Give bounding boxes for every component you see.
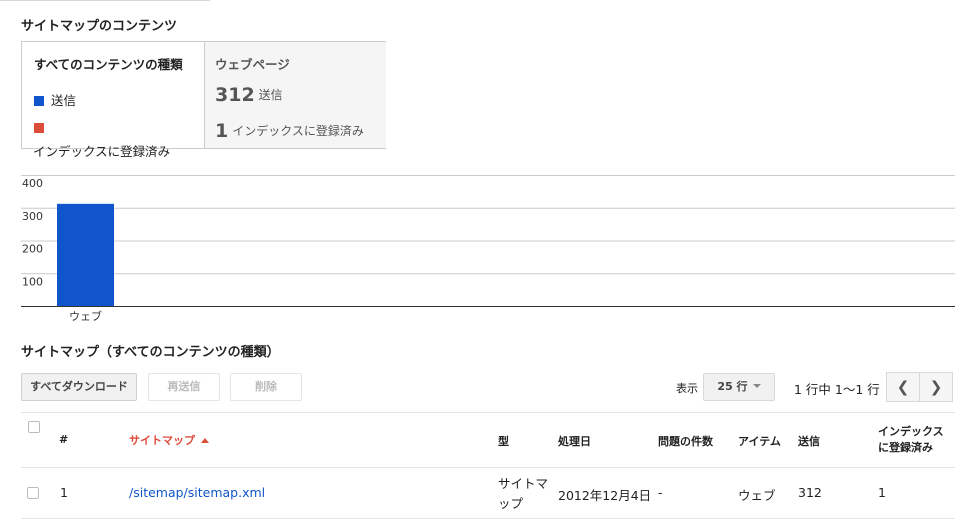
chevron-left-icon: ❮ [896, 378, 910, 396]
col-submitted[interactable]: 送信 [798, 433, 820, 449]
legend-submitted-swatch [34, 96, 44, 106]
legend-submitted[interactable]: 送信 [34, 90, 76, 109]
rows-per-page-value: 25 行 [717, 380, 748, 393]
download-all-button[interactable]: すべてダウンロード [21, 373, 137, 401]
table-top-border [21, 412, 955, 413]
y-tick-label-200: 200 [22, 243, 43, 256]
sitemap-bar-chart: 100 200 300 400 ウェブ [21, 175, 955, 323]
stat-indexed: 1 インデックスに登録済み [215, 120, 364, 142]
caret-down-icon [752, 384, 761, 388]
table-heading: サイトマップ（すべてのコンテンツの種類） [21, 345, 280, 360]
row-type-line1: サイトマ [498, 476, 549, 491]
row-type-line2: ップ [498, 496, 524, 511]
legend-indexed[interactable] [34, 120, 51, 135]
delete-button[interactable]: 削除 [230, 373, 302, 401]
table-bottom-border [21, 518, 955, 519]
next-page-button[interactable]: ❯ [919, 372, 953, 402]
row-checkbox[interactable] [27, 487, 39, 499]
stat-indexed-label: インデックスに登録済み [232, 124, 364, 138]
x-tick-label-0: ウェブ [69, 309, 102, 323]
stat-submitted-value: 312 [215, 84, 255, 106]
col-indexed-line1: インデックス [878, 425, 944, 438]
top-divider [0, 0, 210, 1]
y-tick-label-100: 100 [22, 275, 43, 288]
contents-heading: サイトマップのコンテンツ [21, 19, 178, 34]
web-pages-title: ウェブページ [215, 57, 290, 72]
col-issues[interactable]: 問題の件数 [658, 433, 713, 449]
table-header-border [21, 467, 955, 468]
row-processed: 2012年12月4日 [558, 488, 652, 503]
select-all-checkbox[interactable] [28, 421, 40, 433]
resubmit-button[interactable]: 再送信 [148, 373, 220, 401]
stat-submitted: 312 送信 [215, 84, 283, 106]
col-sitemap: サイトマップ [129, 434, 195, 447]
col-num: # [59, 433, 69, 446]
prev-page-button[interactable]: ❮ [886, 372, 920, 402]
col-items[interactable]: アイテム [738, 433, 781, 449]
chevron-right-icon: ❯ [929, 378, 943, 396]
legend-indexed-swatch [34, 123, 44, 133]
rows-per-page-select[interactable]: 25 行 [703, 373, 775, 401]
row-items: ウェブ [738, 488, 776, 503]
stat-indexed-value: 1 [215, 120, 229, 142]
y-tick-label-300: 300 [22, 210, 43, 223]
row-type: サイトマ ップ [498, 474, 548, 514]
pagination-text: 1 行中 1〜1 行 [794, 382, 880, 397]
content-type-all-tab[interactable]: すべてのコンテンツの種類 送信 [22, 42, 203, 148]
legend-submitted-label: 送信 [51, 93, 77, 108]
row-indexed: 1 [878, 485, 886, 500]
row-issues: - [658, 485, 663, 500]
row-sitemap-link[interactable]: /sitemap/sitemap.xml [129, 485, 265, 500]
bar-submitted-0 [57, 203, 114, 306]
col-indexed-line2: に登録済み [878, 441, 933, 454]
show-label: 表示 [676, 382, 698, 395]
col-indexed[interactable]: インデックス に登録済み [878, 424, 944, 456]
y-tick-label-400: 400 [22, 177, 43, 190]
content-type-panel: すべてのコンテンツの種類 送信 ウェブページ 312 送信 1 インデックスに登録済… [21, 41, 386, 149]
sort-ascending-icon [201, 438, 209, 443]
row-submitted: 312 [798, 485, 822, 500]
content-type-web-tab[interactable]: ウェブページ 312 送信 1 インデックスに登録済み [204, 42, 386, 148]
col-sitemap-sort[interactable]: サイトマップ [129, 432, 209, 448]
col-type[interactable]: 型 [498, 433, 509, 449]
col-processed[interactable]: 処理日 [558, 433, 591, 449]
stat-submitted-label: 送信 [258, 88, 283, 102]
row-num: 1 [60, 485, 68, 500]
all-content-types-title: すべてのコンテンツの種類 [34, 57, 183, 72]
legend-indexed-label: インデックスに登録済み [33, 144, 171, 159]
